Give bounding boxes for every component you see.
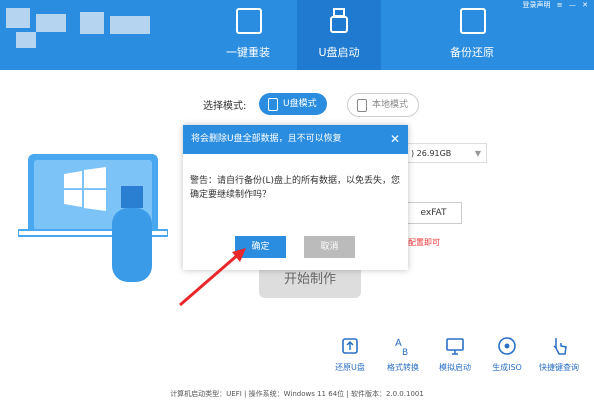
windows-install-icon (236, 8, 262, 34)
local-disk-icon (357, 99, 367, 112)
tool-label: 生成ISO (492, 363, 522, 372)
svg-text:B: B (402, 348, 408, 356)
app-header: 一键重装 U盘启动 备份还原 登录声明 ≡ — ✕ (0, 0, 594, 70)
filesystem-select[interactable]: exFAT (405, 202, 462, 224)
local-mode-button[interactable]: 本地模式 (347, 93, 420, 117)
tab-label: 一键重装 (226, 46, 270, 59)
shortcut-query-icon (553, 338, 567, 355)
dialog-message: 警告：请自行备份(L)盘上的所有数据，以免丢失，您确定要继续制作吗？ (190, 176, 401, 200)
tab-usb-boot[interactable]: U盘启动 (297, 0, 381, 70)
format-convert-icon: AB (395, 338, 408, 356)
confirm-label: 确定 (251, 242, 270, 252)
laptop-usb-illustration (18, 154, 168, 282)
statement-link[interactable]: 登录声明 (523, 1, 551, 9)
tool-label: 格式转换 (387, 363, 419, 372)
filesystem-value: exFAT (420, 208, 447, 218)
mode-label: 选择模式: (203, 101, 247, 112)
chevron-down-icon: ▼ (474, 149, 481, 158)
tool-simulate-boot[interactable]: 模拟启动 (430, 336, 480, 373)
tool-format-convert[interactable]: AB 格式转换 (378, 336, 428, 373)
tab-label: 备份还原 (450, 46, 494, 59)
start-make-label: 开始制作 (283, 272, 336, 287)
usb-drive-icon (330, 8, 348, 33)
cancel-label: 取消 (320, 242, 339, 252)
simulate-boot-icon (446, 338, 464, 355)
cancel-button[interactable]: 取消 (304, 236, 355, 258)
usb-mode-label: U盘模式 (283, 99, 317, 109)
restore-usb-icon (342, 338, 358, 354)
minimize-icon[interactable]: — (569, 1, 576, 9)
svg-text:A: A (395, 338, 402, 349)
usb-icon (268, 98, 278, 111)
drive-select-value: ) 26.91GB (411, 149, 452, 158)
status-footer: 计算机启动类型：UEFI | 操作系统：Windows 11 64位 | 软件版… (170, 390, 424, 398)
close-icon[interactable]: ✕ (582, 1, 588, 9)
tab-one-click-reinstall[interactable]: 一键重装 (206, 0, 290, 70)
tool-shortcut-query[interactable]: 快捷键查询 (534, 336, 584, 373)
app-logo (6, 8, 156, 50)
window-controls: 登录声明 ≡ — ✕ (519, 0, 588, 10)
local-mode-label: 本地模式 (372, 100, 409, 110)
disc-iso-icon (498, 337, 516, 355)
tool-label: 快捷键查询 (539, 363, 579, 372)
confirm-button[interactable]: 确定 (235, 236, 286, 258)
dialog-title: 将会删除U盘全部数据，且不可以恢复 (183, 125, 408, 154)
tool-restore-usb[interactable]: 还原U盘 (325, 336, 375, 373)
tool-label: 还原U盘 (335, 363, 365, 372)
tab-backup-restore[interactable]: 备份还原 (430, 0, 514, 70)
menu-icon[interactable]: ≡ (557, 1, 563, 9)
tool-label: 模拟启动 (439, 363, 471, 372)
close-icon[interactable]: ✕ (390, 125, 400, 154)
usb-mode-button[interactable]: U盘模式 (259, 93, 327, 115)
confirm-dialog: 将会删除U盘全部数据，且不可以恢复 ✕ 警告：请自行备份(L)盘上的所有数据，以… (183, 125, 408, 270)
backup-restore-icon (460, 8, 486, 34)
tool-generate-iso[interactable]: 生成ISO (482, 336, 532, 373)
tab-label: U盘启动 (318, 46, 360, 59)
